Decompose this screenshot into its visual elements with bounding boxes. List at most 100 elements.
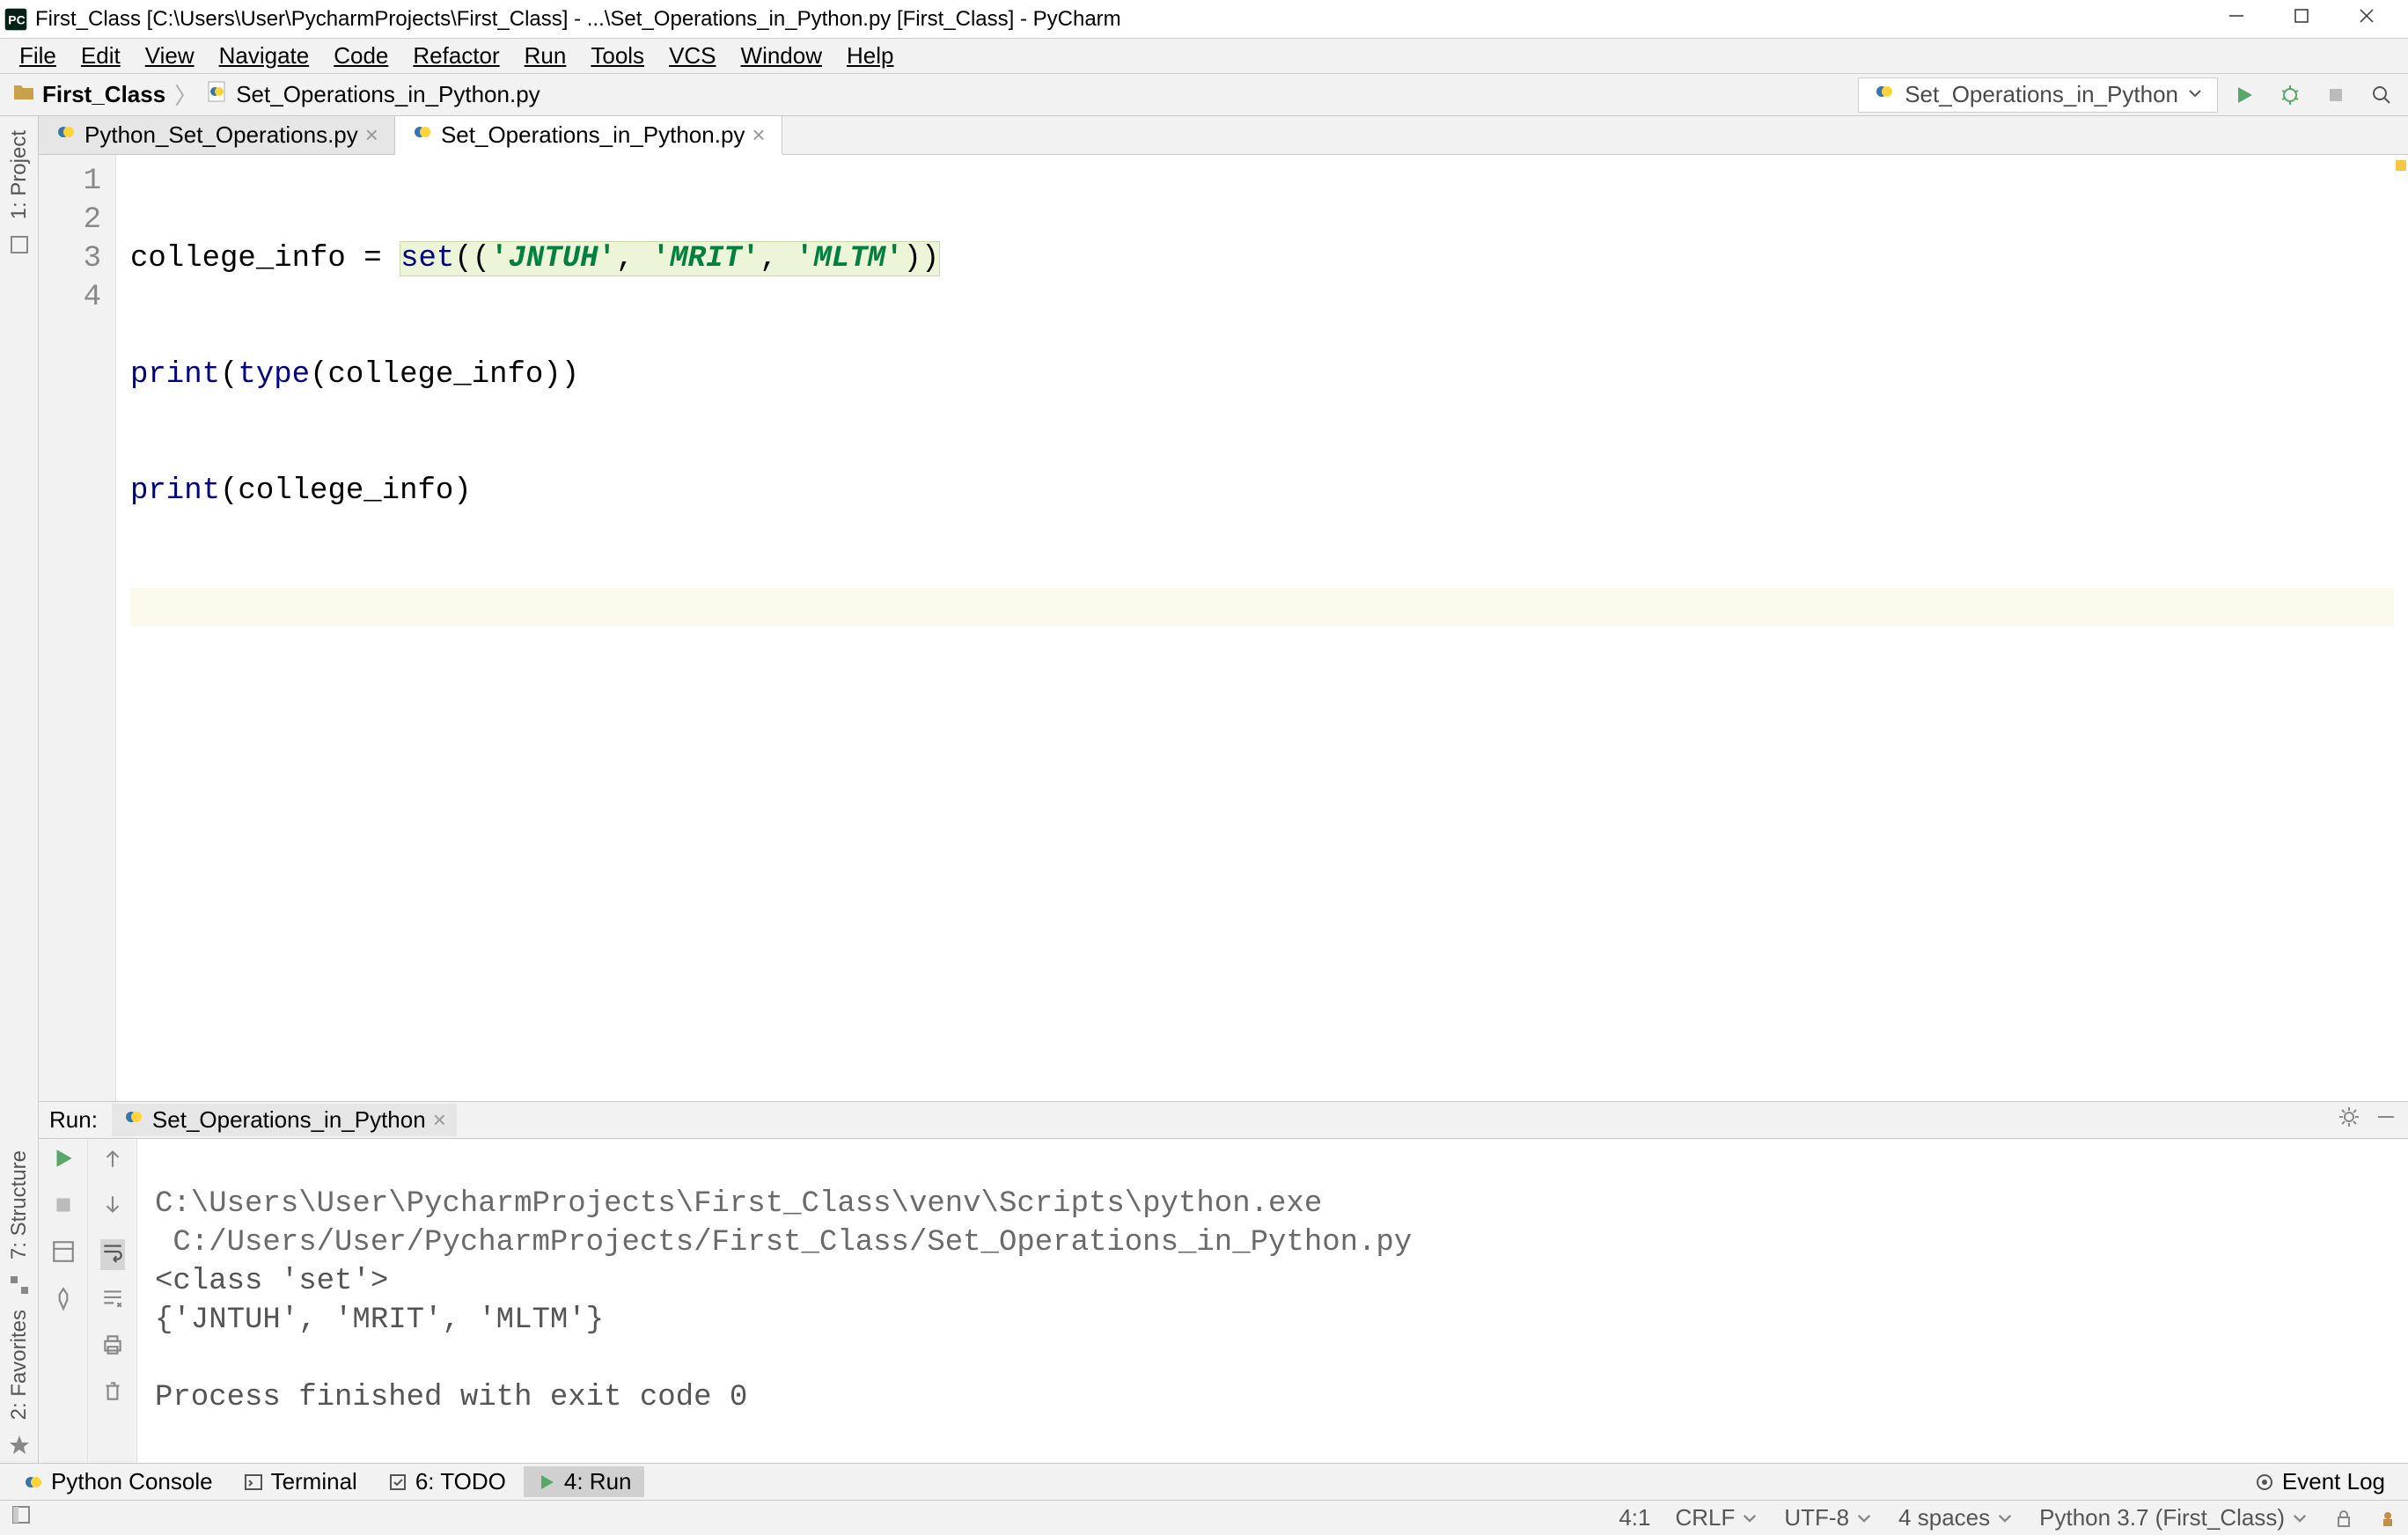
close-icon[interactable]: × xyxy=(433,1106,446,1134)
stop-icon[interactable] xyxy=(51,1193,76,1223)
encoding[interactable]: UTF-8 xyxy=(1784,1504,1874,1531)
run-panel-tab-label: Set_Operations_in_Python xyxy=(152,1106,426,1134)
stop-button[interactable] xyxy=(2316,77,2355,113)
editor-tab-1-label: Set_Operations_in_Python.py xyxy=(441,121,745,149)
menu-vcs[interactable]: VCS xyxy=(657,39,728,73)
breadcrumb-project-label: First_Class xyxy=(42,81,165,108)
folder-icon xyxy=(12,80,35,109)
tool-window-quick-access-icon[interactable] xyxy=(11,1504,32,1531)
bottom-tab-event-log[interactable]: Event Log xyxy=(2242,1466,2397,1497)
scroll-to-end-icon[interactable] xyxy=(100,1286,125,1317)
editor-column: Python_Set_Operations.py × Set_Operation… xyxy=(39,116,2408,1463)
line-number: 3 xyxy=(39,239,101,278)
layout-icon[interactable] xyxy=(51,1239,76,1270)
python-file-icon xyxy=(55,121,77,150)
window-title: First_Class [C:\Users\User\PycharmProjec… xyxy=(35,7,1121,32)
menu-run[interactable]: Run xyxy=(512,39,579,73)
python-file-icon xyxy=(411,121,434,150)
minimize-panel-icon[interactable] xyxy=(2375,1105,2397,1135)
breadcrumb-file[interactable]: Set_Operations_in_Python.py xyxy=(201,78,545,111)
svg-text:PC: PC xyxy=(8,12,25,26)
breadcrumb-project[interactable]: First_Class xyxy=(7,78,171,111)
code-line-1: college_info = set(('JNTUH', 'MRIT', 'ML… xyxy=(130,239,2394,278)
python-file-icon xyxy=(1873,80,1896,109)
maximize-button[interactable] xyxy=(2285,3,2318,35)
menu-edit[interactable]: Edit xyxy=(69,39,133,73)
bottom-tab-bar: Python Console Terminal 6: TODO 4: Run E… xyxy=(0,1463,2408,1500)
side-tab-favorites[interactable]: 2: Favorites xyxy=(4,1303,35,1427)
line-separator[interactable]: CRLF xyxy=(1675,1504,1759,1531)
close-icon[interactable]: × xyxy=(752,121,765,149)
python-file-icon xyxy=(122,1105,145,1135)
star-icon xyxy=(8,1434,31,1463)
menu-view[interactable]: View xyxy=(133,39,207,73)
output-command: C:\Users\User\PycharmProjects\First_Clas… xyxy=(155,1187,1340,1221)
side-tab-project[interactable]: 1: Project xyxy=(4,123,35,226)
bottom-tab-todo[interactable]: 6: TODO xyxy=(375,1466,518,1497)
search-everywhere-button[interactable] xyxy=(2362,77,2401,113)
bottom-tab-run[interactable]: 4: Run xyxy=(524,1466,644,1497)
lock-icon[interactable] xyxy=(2334,1509,2353,1528)
code-line-2: print(type(college_info)) xyxy=(130,356,2394,394)
trash-icon[interactable] xyxy=(100,1379,125,1410)
gear-icon[interactable] xyxy=(2338,1105,2360,1135)
side-tabs-left: 1: Project 7: Structure 2: Favorites xyxy=(0,116,39,1463)
warning-stripe-icon[interactable] xyxy=(2396,160,2406,171)
run-config-dropdown[interactable]: Set_Operations_in_Python xyxy=(1858,77,2218,113)
breadcrumb-file-label: Set_Operations_in_Python.py xyxy=(236,81,540,108)
editor[interactable]: 1 2 3 4 college_info = set(('JNTUH', 'MR… xyxy=(39,155,2408,1101)
code-line-4 xyxy=(130,588,2394,627)
output-process: Process finished with exit code 0 xyxy=(155,1381,747,1414)
chevron-right-icon: 〉 xyxy=(174,78,197,111)
run-config-label: Set_Operations_in_Python xyxy=(1905,81,2178,108)
breadcrumb: First_Class 〉 Set_Operations_in_Python.p… xyxy=(7,78,546,111)
arrow-up-icon[interactable] xyxy=(100,1146,125,1177)
bottom-tab-python-console[interactable]: Python Console xyxy=(11,1466,225,1497)
bottom-tab-terminal[interactable]: Terminal xyxy=(231,1466,370,1497)
run-panel-header: Run: Set_Operations_in_Python × xyxy=(39,1102,2408,1139)
editor-tab-0-label: Python_Set_Operations.py xyxy=(84,121,358,149)
menu-help[interactable]: Help xyxy=(834,39,906,73)
menu-refactor[interactable]: Refactor xyxy=(400,39,511,73)
status-bar: 4:1 CRLF UTF-8 4 spaces Python 3.7 (Firs… xyxy=(0,1500,2408,1535)
run-panel-body: C:\Users\User\PycharmProjects\First_Clas… xyxy=(39,1139,2408,1463)
pycharm-icon: PC xyxy=(4,7,28,32)
menu-window[interactable]: Window xyxy=(729,39,834,73)
debug-button[interactable] xyxy=(2271,77,2309,113)
menu-navigate[interactable]: Navigate xyxy=(207,39,322,73)
close-icon[interactable]: × xyxy=(365,121,378,149)
hector-icon[interactable] xyxy=(2378,1509,2397,1528)
run-output[interactable]: C:\Users\User\PycharmProjects\First_Clas… xyxy=(137,1139,2408,1463)
caret-position[interactable]: 4:1 xyxy=(1619,1504,1650,1531)
run-button[interactable] xyxy=(2225,77,2264,113)
run-panel: Run: Set_Operations_in_Python × xyxy=(39,1101,2408,1463)
menu-file[interactable]: File xyxy=(7,39,69,73)
output-line: {'JNTUH', 'MRIT', 'MLTM'} xyxy=(155,1304,604,1337)
close-button[interactable] xyxy=(2350,3,2383,35)
structure-icon xyxy=(8,1274,31,1303)
project-icon xyxy=(8,233,31,262)
gutter: 1 2 3 4 xyxy=(39,155,116,1101)
line-number: 1 xyxy=(39,162,101,201)
arrow-down-icon[interactable] xyxy=(100,1193,125,1223)
pin-icon[interactable] xyxy=(51,1286,76,1317)
run-panel-label: Run: xyxy=(49,1106,98,1134)
minimize-button[interactable] xyxy=(2220,3,2253,35)
output-line: <class 'set'> xyxy=(155,1265,388,1298)
print-icon[interactable] xyxy=(100,1333,125,1363)
menu-code[interactable]: Code xyxy=(321,39,400,73)
soft-wrap-icon[interactable] xyxy=(100,1239,125,1270)
interpreter[interactable]: Python 3.7 (First_Class) xyxy=(2039,1504,2309,1531)
toolbar-row: First_Class 〉 Set_Operations_in_Python.p… xyxy=(0,74,2408,116)
run-panel-tab[interactable]: Set_Operations_in_Python × xyxy=(112,1104,457,1136)
menu-tools[interactable]: Tools xyxy=(578,39,657,73)
run-side-primary xyxy=(39,1139,88,1463)
editor-tab-0[interactable]: Python_Set_Operations.py × xyxy=(39,116,395,154)
rerun-icon[interactable] xyxy=(51,1146,76,1177)
line-number: 4 xyxy=(39,278,101,317)
side-tab-structure[interactable]: 7: Structure xyxy=(4,1143,35,1267)
code-area[interactable]: college_info = set(('JNTUH', 'MRIT', 'ML… xyxy=(116,155,2408,1101)
indent-settings[interactable]: 4 spaces xyxy=(1898,1504,2015,1531)
main-area: 1: Project 7: Structure 2: Favorites Pyt… xyxy=(0,116,2408,1463)
editor-tab-1[interactable]: Set_Operations_in_Python.py × xyxy=(395,116,782,155)
